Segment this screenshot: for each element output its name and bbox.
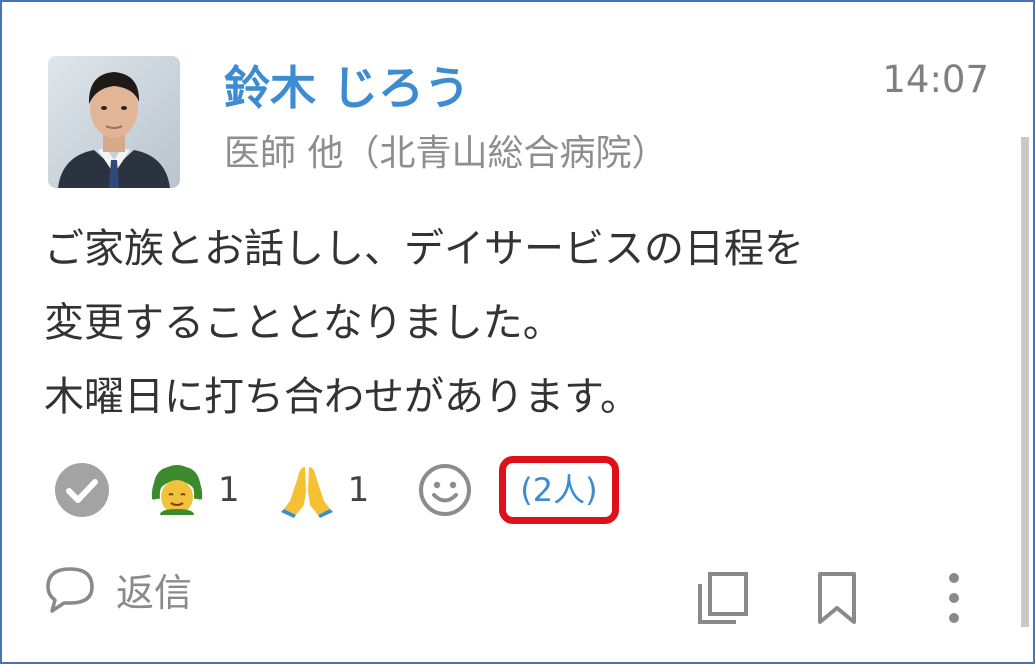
- copy-icon: [698, 572, 748, 624]
- reaction-people-highlight[interactable]: (2人): [499, 456, 619, 524]
- speech-bubble-icon: [46, 566, 94, 613]
- add-reaction-button[interactable]: [417, 462, 473, 518]
- reaction-people-count[interactable]: (2人): [520, 468, 597, 512]
- message-line: ご家族とお話しし、デイサービスの日程を: [44, 226, 804, 272]
- author-role: 医師 他（北青山総合病院）: [224, 133, 668, 174]
- more-vertical-icon: [949, 573, 959, 623]
- more-button[interactable]: [942, 570, 966, 630]
- reaction-bar: 1 1 (2人): [54, 456, 619, 524]
- bookmark-icon: [818, 572, 856, 624]
- reaction-ok[interactable]: 1: [148, 461, 240, 519]
- reaction-count: 1: [218, 470, 240, 510]
- reaction-count: 1: [347, 470, 370, 510]
- reply-button[interactable]: 返信: [44, 562, 192, 617]
- reaction-pray[interactable]: 1: [278, 461, 370, 519]
- avatar[interactable]: [48, 56, 180, 188]
- message-line: 変更することとなりました。: [44, 300, 563, 346]
- check-circle-icon: [55, 463, 109, 517]
- post-card: 鈴木 じろう 14:07 医師 他（北青山総合病院） ご家族とお話しし、デイサー…: [0, 0, 1035, 664]
- ok-gesture-icon: [151, 465, 203, 515]
- reaction-check[interactable]: [54, 462, 110, 518]
- bookmark-button[interactable]: [814, 570, 860, 630]
- post-time: 14:07: [882, 58, 989, 101]
- smiley-icon: [419, 464, 472, 516]
- message-line: 木曜日に打ち合わせがあります。: [44, 374, 640, 420]
- folded-hands-icon: [280, 467, 333, 518]
- author-name[interactable]: 鈴木 じろう: [224, 56, 470, 120]
- reply-label: 返信: [116, 571, 193, 615]
- copy-button[interactable]: [696, 570, 750, 630]
- scrollbar[interactable]: [1021, 137, 1029, 627]
- message-body: ご家族とお話しし、デイサービスの日程を 変更することとなりました。 木曜日に打ち…: [44, 212, 804, 434]
